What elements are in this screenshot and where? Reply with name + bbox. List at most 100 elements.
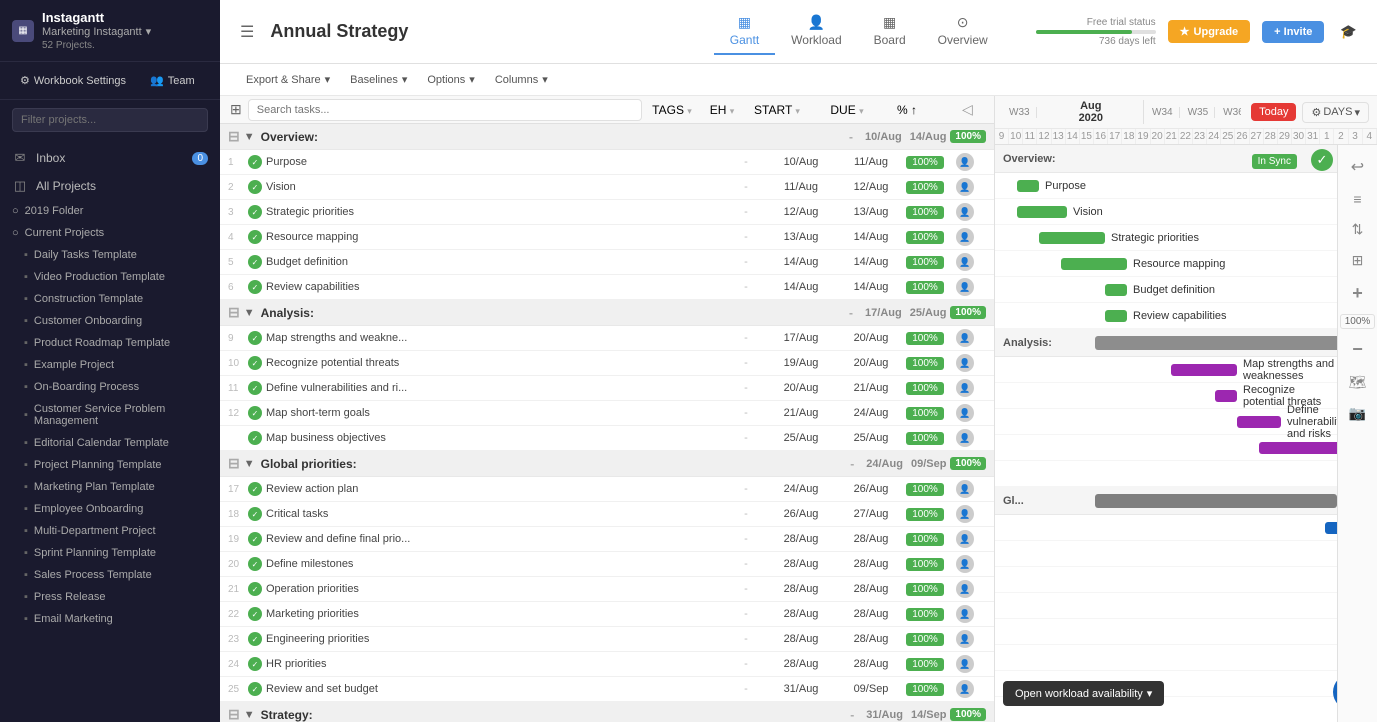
sidebar-item-email-marketing[interactable]: ▪ Email Marketing [0,608,220,630]
sidebar-item-employee-onboarding[interactable]: ▪ Employee Onboarding [0,498,220,520]
sidebar-item-editorial-calendar[interactable]: ▪ Editorial Calendar Template [0,432,220,454]
baselines-btn[interactable]: Baselines ▾ [340,68,417,91]
task-row[interactable]: 9 ✓ Map strengths and weakne... - 17/Aug… [220,326,994,351]
today-btn[interactable]: Today [1251,103,1296,121]
options-btn[interactable]: Options ▾ [417,68,484,91]
gantt-day: 12 [1037,129,1051,144]
col-header-tags[interactable]: TAGS ▾ [642,103,702,117]
tab-workload[interactable]: 👤 Workload [775,8,857,55]
gantt-body[interactable]: In Sync ✓ ↩ ≡ ⇅ ⊞ + 100% − 🗺 📷 [995,145,1377,722]
export-share-btn[interactable]: Export & Share ▾ [236,68,340,91]
sidebar-item-inbox[interactable]: ✉ Inbox 0 [0,144,220,172]
gantt-bar-define-vuln [1237,416,1281,428]
task-row[interactable]: 1 ✓ Purpose - 10/Aug 11/Aug 100% 👤 [220,150,994,175]
sidebar-item-project-planning[interactable]: ▪ Project Planning Template [0,454,220,476]
sidebar-item-press-release[interactable]: ▪ Press Release [0,586,220,608]
sidebar-item-construction[interactable]: ▪ Construction Template [0,288,220,310]
sidebar-brand: Instagantt Marketing Instagantt ▾ 52 Pro… [42,10,151,51]
team-btn[interactable]: 👥 Team [142,70,203,91]
task-row[interactable]: 10 ✓ Recognize potential threats - 19/Au… [220,351,994,376]
col-header-start[interactable]: START ▾ [742,103,812,117]
sidebar-folder-2019[interactable]: ○ 2019 Folder [0,200,220,222]
zoom-minus-btn[interactable]: − [1348,335,1367,364]
gantt-row-define-vuln: Define vulnerabilities and risks [995,409,1337,435]
zoom-plus-btn[interactable]: + [1348,279,1367,308]
task-row[interactable]: 17 ✓ Review action plan - 24/Aug 26/Aug … [220,477,994,502]
task-row[interactable]: 20 ✓ Define milestones - 28/Aug 28/Aug 1… [220,552,994,577]
gantt-row-short-term: Map short-term goals [995,435,1337,461]
task-row[interactable]: 3 ✓ Strategic priorities - 12/Aug 13/Aug… [220,200,994,225]
task-row[interactable]: 6 ✓ Review capabilities - 14/Aug 14/Aug … [220,275,994,300]
sidebar-item-sales-process[interactable]: ▪ Sales Process Template [0,564,220,586]
hamburger-btn[interactable]: ☰ [236,18,258,46]
sidebar-item-customer-service[interactable]: ▪ Customer Service Problem Management [0,398,220,432]
sidebar-item-daily-tasks[interactable]: ▪ Daily Tasks Template [0,244,220,266]
task-row[interactable]: 4 ✓ Resource mapping - 13/Aug 14/Aug 100… [220,225,994,250]
list-btn[interactable]: ≡ [1349,187,1365,211]
sync-badge: In Sync [1252,153,1297,167]
brand-sub: Marketing Instagantt ▾ [42,25,151,38]
task-row[interactable]: ✓ Map business objectives - 25/Aug 25/Au… [220,426,994,451]
task-row[interactable]: 22 ✓ Marketing priorities - 28/Aug 28/Au… [220,602,994,627]
filter-btn[interactable]: ⊞ [1348,248,1368,273]
col-header-eh[interactable]: EH ▾ [702,103,742,117]
map-btn[interactable]: 🗺 [1345,370,1371,395]
gantt-row-budget: Budget definition [995,277,1337,303]
filter-projects-input[interactable] [12,108,208,132]
sidebar-item-marketing-plan[interactable]: ▪ Marketing Plan Template [0,476,220,498]
invite-btn[interactable]: + Invite [1262,21,1324,43]
sort-btn[interactable]: ⇅ [1348,217,1368,242]
sidebar-item-product-roadmap[interactable]: ▪ Product Roadmap Template [0,332,220,354]
task-row[interactable]: 2 ✓ Vision - 11/Aug 12/Aug 100% 👤 [220,175,994,200]
workload-availability-btn[interactable]: Open workload availability ▾ [1003,681,1164,706]
help-btn[interactable]: 🎓 [1336,20,1361,44]
sidebar-item-video-production[interactable]: ▪ Video Production Template [0,266,220,288]
sidebar-folder-current-projects[interactable]: ○ Current Projects [0,222,220,244]
sidebar-actions: ⚙ Workbook Settings 👥 Team [0,62,220,100]
gantt-day: 17 [1108,129,1122,144]
section-add-btn[interactable]: ⊟ [228,304,240,321]
sidebar-item-example-project[interactable]: ▪ Example Project [0,354,220,376]
main-content: ☰ Annual Strategy ▦ Gantt 👤 Workload ▦ B… [220,0,1377,722]
gantt-bar-resource [1061,258,1127,270]
topbar: ☰ Annual Strategy ▦ Gantt 👤 Workload ▦ B… [220,0,1377,64]
columns-btn[interactable]: Columns ▾ [485,68,558,91]
sidebar-item-onboarding-process[interactable]: ▪ On-Boarding Process [0,376,220,398]
tab-gantt[interactable]: ▦ Gantt [714,8,775,55]
task-row[interactable]: 24 ✓ HR priorities - 28/Aug 28/Aug 100% … [220,652,994,677]
task-row[interactable]: 25 ✓ Review and set budget - 31/Aug 09/S… [220,677,994,702]
task-row[interactable]: 21 ✓ Operation priorities - 28/Aug 28/Au… [220,577,994,602]
gantt-day: 10 [1009,129,1023,144]
gear-icon: ⚙ [1311,106,1321,119]
col-header-due[interactable]: DUE ▾ [812,103,882,117]
undo-btn[interactable]: ↩ [1347,153,1368,181]
collapse-btn[interactable]: ◁ [962,101,973,118]
section-add-btn[interactable]: ⊟ [228,128,240,145]
task-row[interactable]: 19 ✓ Review and define final prio... - 2… [220,527,994,552]
sidebar-item-multi-dept[interactable]: ▪ Multi-Department Project [0,520,220,542]
add-section-btn[interactable]: ⊞ [228,99,244,120]
workbook-settings-btn[interactable]: ⚙ Workbook Settings [12,70,134,91]
task-row[interactable]: 18 ✓ Critical tasks - 26/Aug 27/Aug 100%… [220,502,994,527]
screenshot-btn[interactable]: 📷 [1345,401,1370,426]
sidebar-item-all-projects[interactable]: ◫ All Projects [0,172,220,200]
task-row[interactable]: 12 ✓ Map short-term goals - 21/Aug 24/Au… [220,401,994,426]
sidebar-item-customer-onboarding[interactable]: ▪ Customer Onboarding [0,310,220,332]
section-collapse-icon[interactable]: ▼ [244,131,255,143]
upgrade-btn[interactable]: ★ Upgrade [1168,20,1251,43]
tab-overview[interactable]: ⊙ Overview [922,8,1004,55]
task-row[interactable]: 11 ✓ Define vulnerabilities and ri... - … [220,376,994,401]
task-row[interactable]: 5 ✓ Budget definition - 14/Aug 14/Aug 10… [220,250,994,275]
search-tasks-input[interactable] [248,99,642,121]
tab-board[interactable]: ▦ Board [858,8,922,55]
days-btn[interactable]: ⚙ DAYS ▾ [1302,102,1369,123]
sidebar-search[interactable] [0,100,220,140]
gantt-row-define-milestones: Define milestones [995,593,1337,619]
doc-icon: ▪ [24,381,28,393]
col-header-pct[interactable]: % ↑ [882,103,932,117]
task-row[interactable]: 23 ✓ Engineering priorities - 28/Aug 28/… [220,627,994,652]
gantt-day: 20 [1151,129,1165,144]
doc-icon: ▪ [24,293,28,305]
sidebar-item-sprint-planning[interactable]: ▪ Sprint Planning Template [0,542,220,564]
task-check-1[interactable]: ✓ [248,155,266,169]
